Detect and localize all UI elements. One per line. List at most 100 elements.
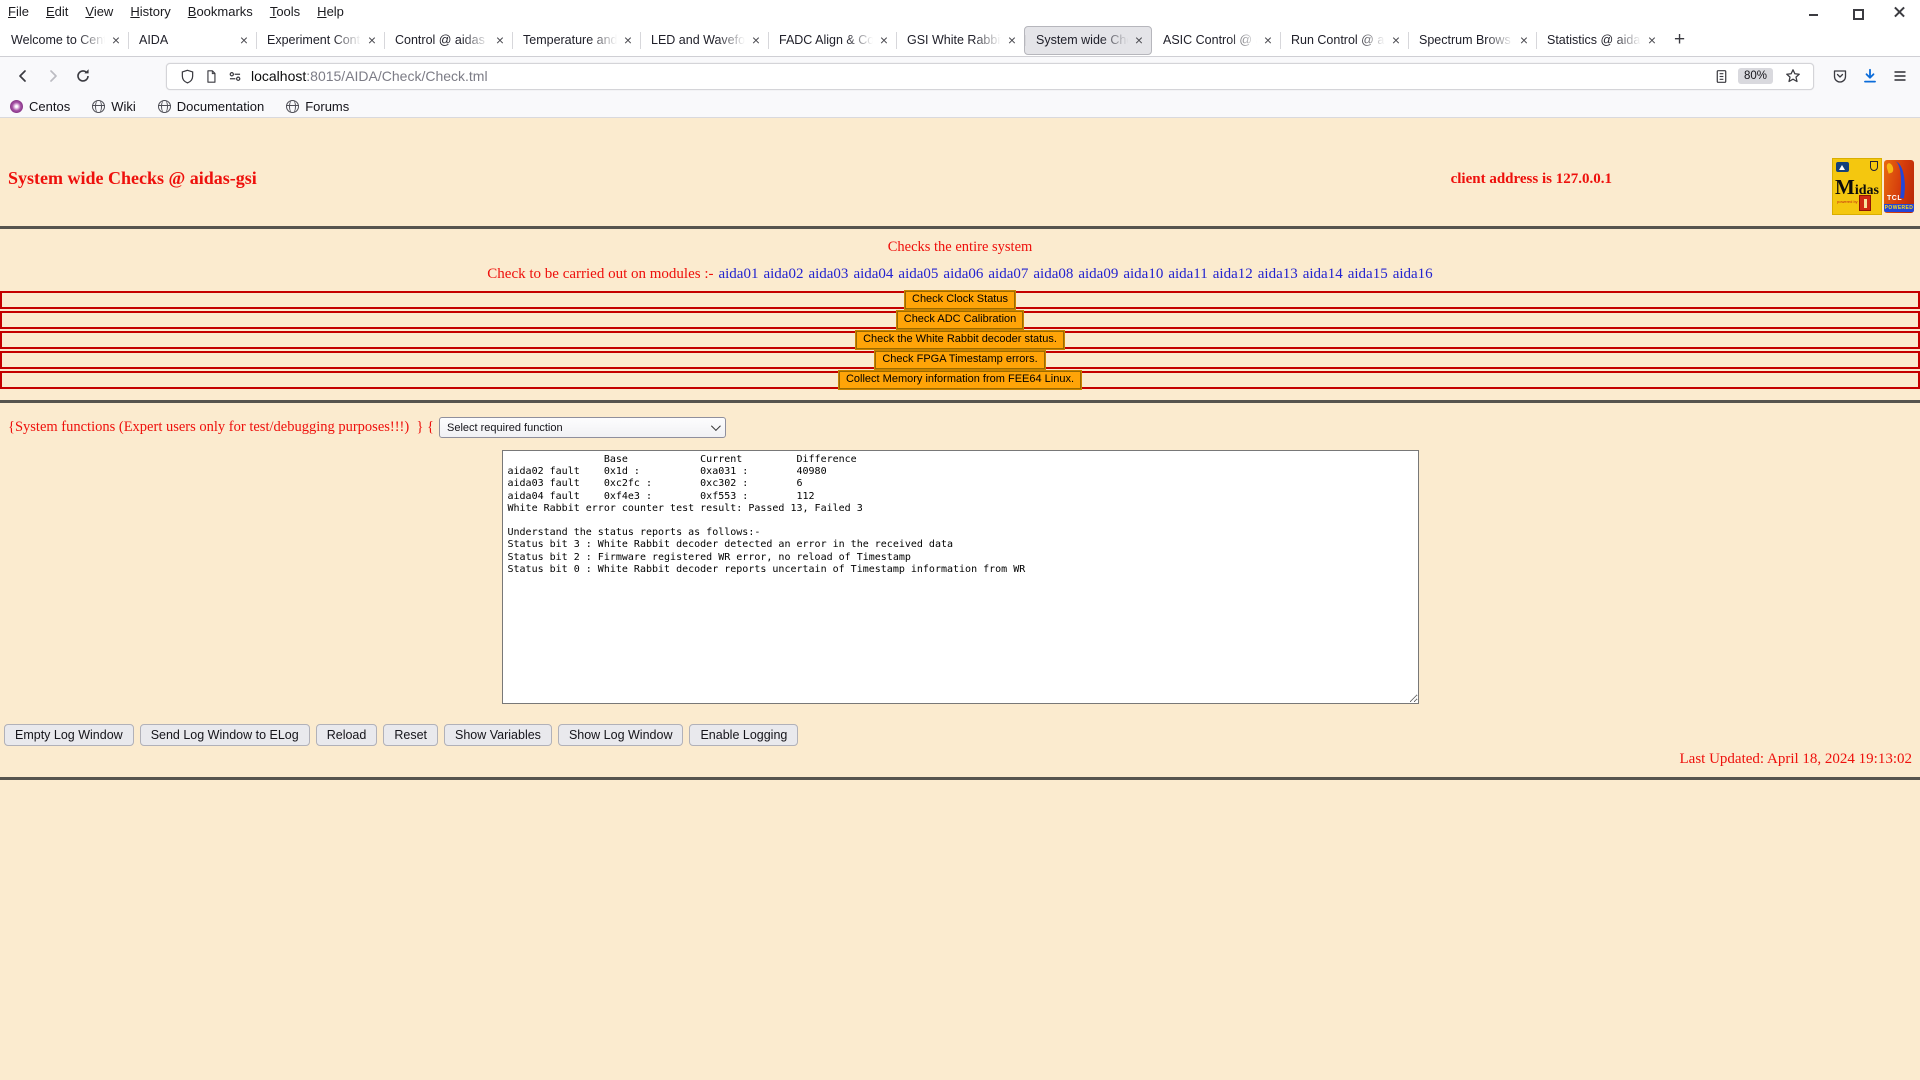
module-link[interactable]: aida12: [1213, 266, 1253, 282]
module-link[interactable]: aida04: [853, 266, 893, 282]
permissions-icon[interactable]: [223, 65, 247, 87]
menu-item[interactable]: Bookmarks: [188, 4, 253, 19]
check-button[interactable]: Check FPGA Timestamp errors.: [874, 350, 1046, 370]
check-rows: Check Clock Status Check ADC Calibration…: [0, 290, 1920, 390]
browser-tab[interactable]: Experiment Cont ×: [256, 24, 384, 57]
tab-close-icon[interactable]: ×: [365, 32, 379, 48]
bookmark-star-icon[interactable]: [1781, 65, 1805, 87]
zoom-level-badge[interactable]: 80%: [1737, 68, 1773, 84]
bookmark-item[interactable]: Wiki: [92, 99, 136, 114]
log-action-button[interactable]: Enable Logging: [689, 724, 799, 746]
module-link[interactable]: aida08: [1033, 266, 1073, 282]
tab-close-icon[interactable]: ×: [877, 32, 891, 48]
tab-close-icon[interactable]: ×: [237, 32, 251, 48]
reload-icon: [77, 69, 89, 82]
bookmark-item[interactable]: Centos: [10, 99, 70, 114]
tab-title: AIDA: [139, 33, 169, 47]
module-link[interactable]: aida11: [1168, 266, 1207, 282]
tab-close-icon[interactable]: ×: [1261, 32, 1275, 48]
log-action-button[interactable]: Send Log Window to ELog: [139, 724, 310, 746]
log-action-button[interactable]: Show Variables: [444, 724, 552, 746]
browser-tab[interactable]: Statistics @ aida ×: [1536, 24, 1664, 57]
check-button[interactable]: Check Clock Status: [904, 290, 1016, 310]
back-button[interactable]: [10, 63, 36, 89]
browser-tab[interactable]: ASIC Control @ a ×: [1152, 24, 1280, 57]
browser-tab[interactable]: GSI White Rabbit ×: [896, 24, 1024, 57]
module-link[interactable]: aida05: [898, 266, 938, 282]
tab-close-icon[interactable]: ×: [1645, 32, 1659, 48]
browser-tab[interactable]: Temperature and ×: [512, 24, 640, 57]
new-tab-button[interactable]: +: [1664, 25, 1695, 55]
menu-item[interactable]: File: [8, 4, 29, 19]
module-link[interactable]: aida09: [1078, 266, 1118, 282]
tab-close-icon[interactable]: ×: [1389, 32, 1403, 48]
check-button[interactable]: Check the White Rabbit decoder status.: [855, 330, 1065, 350]
reload-button[interactable]: [70, 63, 96, 89]
tab-title: FADC Align & Co: [779, 33, 875, 47]
pocket-icon[interactable]: [1832, 68, 1848, 84]
tab-close-icon[interactable]: ×: [749, 32, 763, 48]
browser-tab[interactable]: Welcome to Cent ×: [0, 24, 128, 57]
check-button[interactable]: Check ADC Calibration: [895, 310, 1025, 330]
tab-close-icon[interactable]: ×: [1132, 32, 1146, 48]
log-window[interactable]: Base Current Difference aida02 fault 0x1…: [501, 450, 1419, 704]
window-controls: [1807, 6, 1906, 20]
browser-tab[interactable]: FADC Align & Co ×: [768, 24, 896, 57]
bookmark-label: Wiki: [111, 98, 136, 114]
browser-tab[interactable]: LED and Wavefor ×: [640, 24, 768, 57]
module-link[interactable]: aida13: [1258, 266, 1298, 282]
tab-close-icon[interactable]: ×: [109, 32, 123, 48]
menu-item[interactable]: History: [130, 4, 170, 19]
log-action-button[interactable]: Reload: [315, 724, 378, 746]
function-select-value: Select required function: [447, 421, 563, 434]
client-address: client address is 127.0.0.1: [1450, 171, 1612, 187]
url-bar[interactable]: localhost:8015/AIDA/Check/Check.tml 80%: [166, 62, 1814, 90]
tab-close-icon[interactable]: ×: [1005, 32, 1019, 48]
forward-button[interactable]: [40, 63, 66, 89]
bookmark-item[interactable]: Forums: [286, 99, 349, 114]
check-button[interactable]: Collect Memory information from FEE64 Li…: [837, 370, 1083, 390]
menu-item[interactable]: Help: [317, 4, 344, 19]
close-icon[interactable]: [1893, 6, 1906, 19]
log-action-button[interactable]: Show Log Window: [557, 724, 684, 746]
url-text[interactable]: localhost:8015/AIDA/Check/Check.tml: [251, 68, 1710, 84]
menu-item[interactable]: Tools: [270, 4, 300, 19]
menu-item[interactable]: Edit: [46, 4, 68, 19]
module-link[interactable]: aida15: [1348, 266, 1388, 282]
module-link[interactable]: aida03: [808, 266, 848, 282]
tab-close-icon[interactable]: ×: [1517, 32, 1531, 48]
bookmark-favicon: [92, 99, 106, 113]
browser-tab[interactable]: System wide Che ×: [1024, 25, 1152, 55]
browser-tab[interactable]: AIDA ×: [128, 24, 256, 57]
module-link[interactable]: aida02: [763, 266, 803, 282]
tab-close-icon[interactable]: ×: [493, 32, 507, 48]
browser-tab[interactable]: Run Control @ ai ×: [1280, 24, 1408, 57]
bookmark-item[interactable]: Documentation: [157, 99, 264, 114]
tab-close-icon[interactable]: ×: [621, 32, 635, 48]
module-link[interactable]: aida14: [1303, 266, 1343, 282]
downloads-icon[interactable]: [1862, 68, 1878, 84]
module-link[interactable]: aida07: [988, 266, 1028, 282]
back-icon: [19, 70, 26, 82]
midas-logo[interactable]: Midas powered by: [1832, 158, 1882, 215]
browser-tab[interactable]: Spectrum Brows ×: [1408, 24, 1536, 57]
hamburger-menu-icon[interactable]: [1892, 68, 1908, 84]
maximize-icon[interactable]: [1850, 6, 1864, 20]
menu-item[interactable]: View: [85, 4, 113, 19]
tabs: Welcome to Cent × AIDA × Experiment Cont…: [0, 24, 1664, 57]
log-action-button[interactable]: Empty Log Window: [4, 724, 134, 746]
modules-prefix: Check to be carried out on modules :-: [487, 266, 714, 282]
tcl-powered-logo[interactable]: TCL POWERED: [1884, 160, 1914, 213]
module-link[interactable]: aida01: [718, 266, 758, 282]
modules-line: Check to be carried out on modules :- aid…: [0, 266, 1920, 283]
log-action-button[interactable]: Reset: [383, 724, 438, 746]
module-link[interactable]: aida16: [1393, 266, 1433, 282]
reader-mode-icon[interactable]: [1710, 65, 1734, 87]
module-link[interactable]: aida06: [943, 266, 983, 282]
shield-icon[interactable]: [175, 65, 199, 87]
page-info-icon[interactable]: [199, 65, 223, 87]
browser-tab[interactable]: Control @ aidas ×: [384, 24, 512, 57]
function-select[interactable]: Select required function: [439, 417, 727, 438]
minimize-icon[interactable]: [1807, 6, 1820, 19]
module-link[interactable]: aida10: [1123, 266, 1163, 282]
